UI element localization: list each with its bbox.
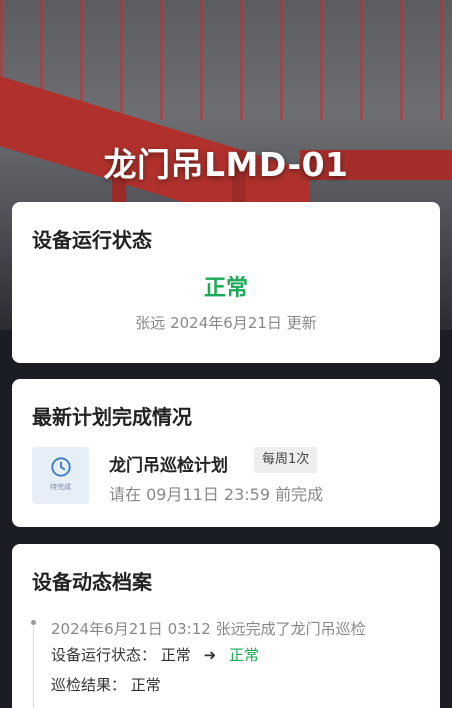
frequency-badge: 每周1次 <box>254 447 318 473</box>
clock-icon <box>50 457 71 477</box>
log-entry-header: 2024年6月21日 03:12 张远完成了龙门吊巡检 <box>51 618 366 639</box>
device-status-card: 设备运行状态 正常 张远 2024年6月21日 更新 <box>12 202 440 363</box>
log-time: 2024年6月21日 03:12 <box>51 620 211 638</box>
plan-card-title: 最新计划完成情况 <box>32 405 192 429</box>
arrow-right-icon: ➜ <box>203 646 217 664</box>
log-user: 张远 <box>215 620 246 638</box>
log-result-label: 巡检结果： <box>51 676 127 694</box>
archive-card-title: 设备动态档案 <box>32 570 152 594</box>
plan-status-icon-box: 待完成 <box>32 447 89 504</box>
log-result-value: 正常 <box>130 676 161 694</box>
due-prefix: 请在 <box>109 485 142 504</box>
status-value: 正常 <box>203 276 248 301</box>
plan-status-label: 待完成 <box>50 483 71 491</box>
updated-by: 张远 <box>135 314 166 332</box>
timeline-dot <box>31 620 36 625</box>
due-time: 09月11日 23:59 <box>146 485 271 504</box>
updated-date: 2024年6月21日 <box>170 314 282 332</box>
plan-name[interactable]: 龙门吊巡检计划 <box>109 451 228 476</box>
plan-due-info: 请在 09月11日 23:59 前完成 <box>109 481 323 505</box>
status-updated-info: 张远 2024年6月21日 更新 <box>12 312 440 333</box>
due-suffix: 前完成 <box>275 485 324 504</box>
log-status-label: 设备运行状态： <box>51 646 157 664</box>
page-title: 龙门吊LMD-01 <box>103 145 349 184</box>
log-status-from: 正常 <box>160 646 191 664</box>
log-action: 完成了龙门吊巡检 <box>245 620 366 638</box>
device-archive-card: 设备动态档案 2024年6月21日 03:12 张远完成了龙门吊巡检 设备运行状… <box>12 544 440 708</box>
log-status-to: 正常 <box>228 646 259 664</box>
timeline-line <box>33 622 34 708</box>
updated-suffix: 更新 <box>286 314 317 332</box>
log-status-change: 设备运行状态： 正常 ➜ 正常 <box>51 644 259 665</box>
log-result: 巡检结果： 正常 <box>51 674 161 695</box>
plan-completion-card[interactable]: 最新计划完成情况 待完成 龙门吊巡检计划 每周1次 请在 09月11日 23:5… <box>12 379 440 527</box>
device-status-title: 设备运行状态 <box>32 228 152 252</box>
